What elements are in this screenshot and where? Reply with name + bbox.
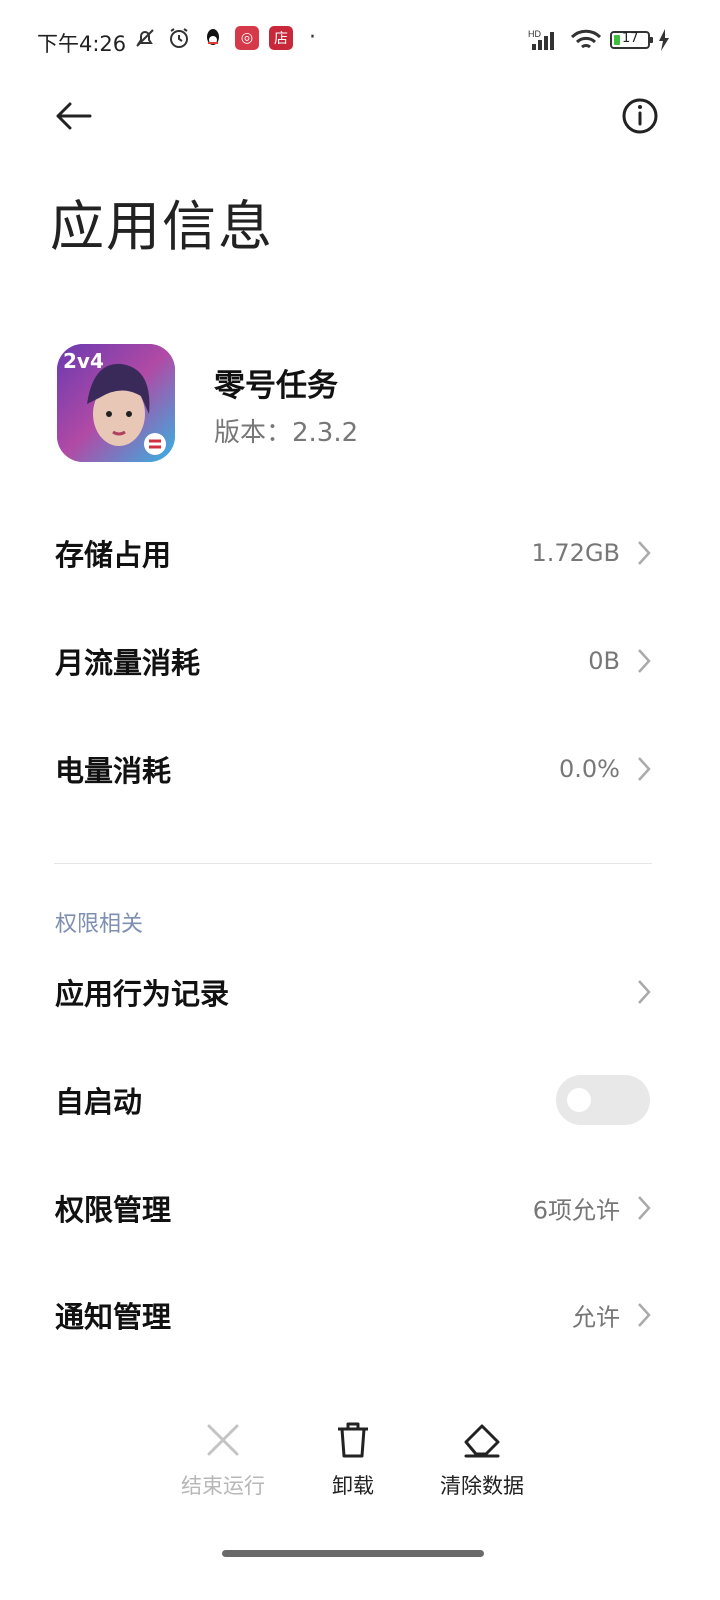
- eraser-icon: [464, 1424, 500, 1458]
- app-icon-text: 2v4: [63, 349, 104, 373]
- autostart-toggle[interactable]: [556, 1075, 650, 1125]
- storage-value: 1.72GB: [531, 539, 621, 567]
- battery-usage-value: 0.0%: [559, 755, 620, 783]
- trash-icon: [338, 1422, 368, 1458]
- info-icon[interactable]: [616, 92, 664, 140]
- storage-row[interactable]: 存储占用 1.72GB: [0, 499, 720, 607]
- permission-manage-row[interactable]: 权限管理 6项允许: [0, 1154, 720, 1262]
- chevron-right-icon: [638, 1196, 651, 1220]
- signal-icon: HD: [528, 29, 554, 50]
- permission-manage-value: 6项允许: [532, 1196, 620, 1225]
- back-arrow-icon[interactable]: [48, 92, 96, 140]
- more-notifications-dot: ·: [309, 25, 316, 50]
- battery-level: 17: [622, 31, 639, 46]
- section-divider: [54, 863, 652, 864]
- data-usage-label: 月流量消耗: [55, 646, 201, 680]
- app-version: 版本：2.3.2: [214, 418, 359, 448]
- permissions-section-label: 权限相关: [55, 912, 144, 937]
- wifi-icon: [570, 29, 602, 49]
- toggle-knob: [567, 1088, 591, 1112]
- mute-bell-icon: [136, 29, 154, 47]
- app-badge-icon: ◎: [235, 26, 259, 50]
- status-icons-left: ◎ 店 ·: [133, 26, 316, 50]
- battery-usage-label: 电量消耗: [55, 754, 172, 788]
- alarm-icon: [170, 28, 188, 48]
- force-stop-button[interactable]: 结束运行: [163, 1420, 283, 1500]
- behavior-record-row[interactable]: 应用行为记录: [0, 938, 720, 1046]
- uninstall-button[interactable]: 卸载: [293, 1420, 413, 1500]
- chevron-right-icon: [638, 980, 651, 1004]
- store-badge-icon: 店: [269, 26, 293, 50]
- status-bar: 下午4:26 ◎ 店 · HD 17: [0, 0, 720, 80]
- network-label: HD: [528, 29, 541, 39]
- app-name: 零号任务: [214, 368, 338, 404]
- app-icon: 2v4: [57, 344, 175, 462]
- autostart-label: 自启动: [55, 1085, 143, 1119]
- notification-manage-value: 允许: [572, 1303, 620, 1332]
- page-title: 应用信息: [50, 195, 274, 258]
- notification-manage-row[interactable]: 通知管理 允许: [0, 1261, 720, 1369]
- qq-icon: [207, 29, 219, 45]
- clear-data-button[interactable]: 清除数据: [422, 1420, 542, 1500]
- behavior-record-label: 应用行为记录: [55, 977, 230, 1011]
- data-usage-row[interactable]: 月流量消耗 0B: [0, 607, 720, 715]
- data-usage-value: 0B: [588, 647, 620, 675]
- status-icons-right: HD 17: [528, 28, 670, 52]
- home-indicator[interactable]: [222, 1550, 484, 1557]
- charging-icon: [659, 29, 669, 51]
- uninstall-label: 卸载: [332, 1474, 374, 1498]
- chevron-right-icon: [638, 757, 651, 781]
- chevron-right-icon: [638, 541, 651, 565]
- battery-icon: 17: [610, 31, 653, 49]
- notification-manage-label: 通知管理: [55, 1300, 172, 1334]
- status-time: 下午4:26: [37, 32, 127, 56]
- force-stop-label: 结束运行: [181, 1474, 265, 1498]
- clear-data-label: 清除数据: [440, 1474, 524, 1498]
- storage-label: 存储占用: [55, 538, 172, 572]
- close-icon: [207, 1424, 239, 1456]
- permission-manage-label: 权限管理: [55, 1193, 172, 1227]
- chevron-right-icon: [638, 649, 651, 673]
- chevron-right-icon: [638, 1303, 651, 1327]
- autostart-row: 自启动: [0, 1046, 720, 1154]
- battery-usage-row[interactable]: 电量消耗 0.0%: [0, 715, 720, 823]
